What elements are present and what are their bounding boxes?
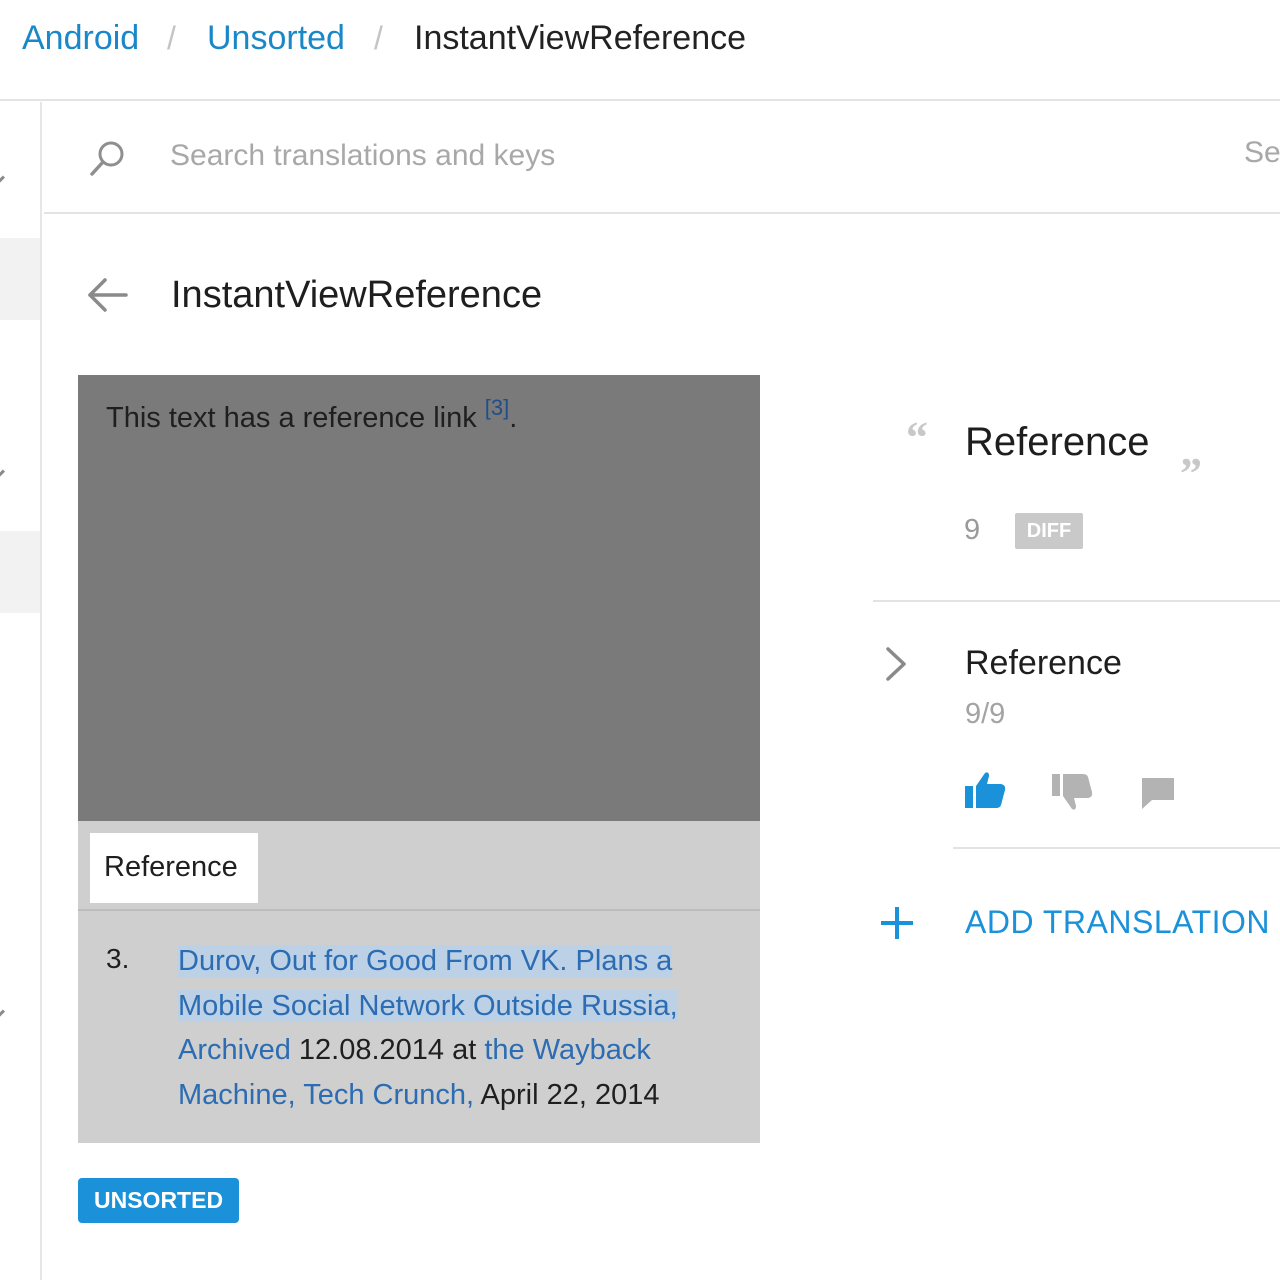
- preview-citation-number: 3.: [106, 943, 130, 974]
- preview-ref-marker: [3]: [484, 395, 510, 420]
- search-bar: Se: [44, 102, 1280, 214]
- source-text: Reference: [965, 420, 1150, 464]
- breadcrumb-android[interactable]: Android: [22, 18, 139, 58]
- divider: [873, 600, 1280, 602]
- breadcrumb: Android / Unsorted / InstantViewReferenc…: [0, 0, 1280, 101]
- breadcrumb-current: InstantViewReference: [414, 19, 747, 57]
- translation-char-count: 9/9: [965, 698, 1006, 730]
- sidebar-item-selected[interactable]: [0, 531, 40, 613]
- preview-divider: [78, 909, 760, 911]
- tag-badge[interactable]: UNSORTED: [78, 1178, 240, 1223]
- quote-open-icon: “: [906, 413, 928, 462]
- search-input[interactable]: [170, 132, 1130, 180]
- plus-icon[interactable]: [879, 905, 915, 941]
- comment-icon[interactable]: [1140, 776, 1176, 810]
- search-icon: [90, 141, 124, 176]
- quote-close-icon: ”: [1180, 449, 1202, 498]
- thumbs-up-icon[interactable]: [963, 770, 1007, 810]
- sidebar-item-selected[interactable]: [0, 238, 40, 320]
- sidebar-check-icon: [0, 469, 6, 482]
- preview-body-text: This text has a reference link [3].: [106, 395, 518, 434]
- screenshot-preview[interactable]: This text has a reference link [3]. Refe…: [78, 375, 760, 1143]
- breadcrumb-unsorted[interactable]: Unsorted: [207, 18, 345, 58]
- add-translation-button[interactable]: ADD TRANSLATION: [965, 904, 1270, 941]
- breadcrumb-separator: /: [167, 20, 176, 56]
- sidebar-check-icon: [0, 175, 6, 188]
- source-char-count: 9: [964, 514, 981, 546]
- translation-text[interactable]: Reference: [965, 644, 1122, 683]
- sidebar: [0, 102, 42, 1280]
- preview-reference-tab: Reference: [90, 833, 258, 903]
- chevron-right-icon[interactable]: [883, 645, 909, 683]
- thumbs-down-icon[interactable]: [1050, 772, 1094, 814]
- sidebar-check-icon: [0, 1009, 6, 1022]
- breadcrumb-separator: /: [374, 20, 383, 56]
- preview-content-area: This text has a reference link [3].: [78, 375, 760, 821]
- preview-tab-label: Reference: [104, 851, 238, 883]
- diff-button[interactable]: DIFF: [1015, 513, 1083, 549]
- key-title: InstantViewReference: [171, 274, 543, 316]
- preview-citation: Durov, Out for Good From VK. Plans a Mob…: [178, 945, 678, 1111]
- search-secondary-label[interactable]: Se: [1244, 136, 1280, 170]
- divider: [953, 847, 1280, 849]
- arrow-left-icon[interactable]: [86, 276, 128, 314]
